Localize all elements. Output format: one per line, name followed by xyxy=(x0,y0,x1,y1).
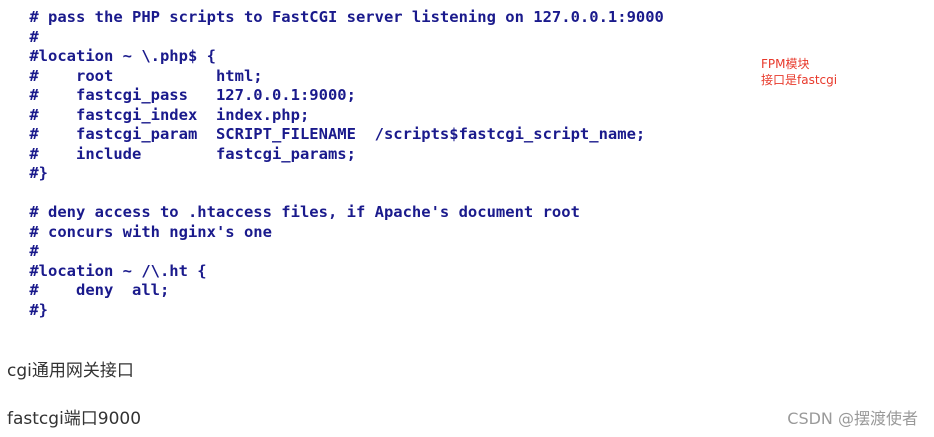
code-line: # deny access to .htaccess files, if Apa… xyxy=(20,203,580,221)
code-line: #} xyxy=(20,300,48,319)
code-line: # fastcgi_pass 127.0.0.1:9000; xyxy=(20,86,356,104)
code-line: # deny all; xyxy=(20,281,170,299)
code-line: # xyxy=(20,242,39,260)
paragraph-fastcgi-port: fastcgi端口9000 xyxy=(7,409,142,429)
code-line: # include fastcgi_params; xyxy=(20,144,356,163)
paragraph-cgi: cgi通用网关接口 xyxy=(7,361,134,381)
code-line: #} xyxy=(20,164,48,182)
red-annotation: FPM模块 接口是fastcgi xyxy=(761,56,837,88)
code-line: # fastcgi_param SCRIPT_FILENAME /scripts… xyxy=(20,125,646,143)
code-line: # xyxy=(20,27,39,46)
csdn-watermark: CSDN @摆渡使者 xyxy=(787,409,918,428)
code-line: #location ~ \.php$ { xyxy=(20,47,216,65)
code-line: # root html; xyxy=(20,66,263,85)
annotation-line: FPM模块 xyxy=(761,57,810,71)
annotation-line: 接口是fastcgi xyxy=(761,73,838,87)
code-line: # pass the PHP scripts to FastCGI server… xyxy=(20,8,664,26)
code-line: # concurs with nginx's one xyxy=(20,222,272,241)
code-block: # pass the PHP scripts to FastCGI server… xyxy=(20,8,664,320)
code-line: # fastcgi_index index.php; xyxy=(20,105,310,124)
nginx-config-screenshot: # pass the PHP scripts to FastCGI server… xyxy=(0,0,934,330)
code-line: #location ~ /\.ht { xyxy=(20,261,207,280)
